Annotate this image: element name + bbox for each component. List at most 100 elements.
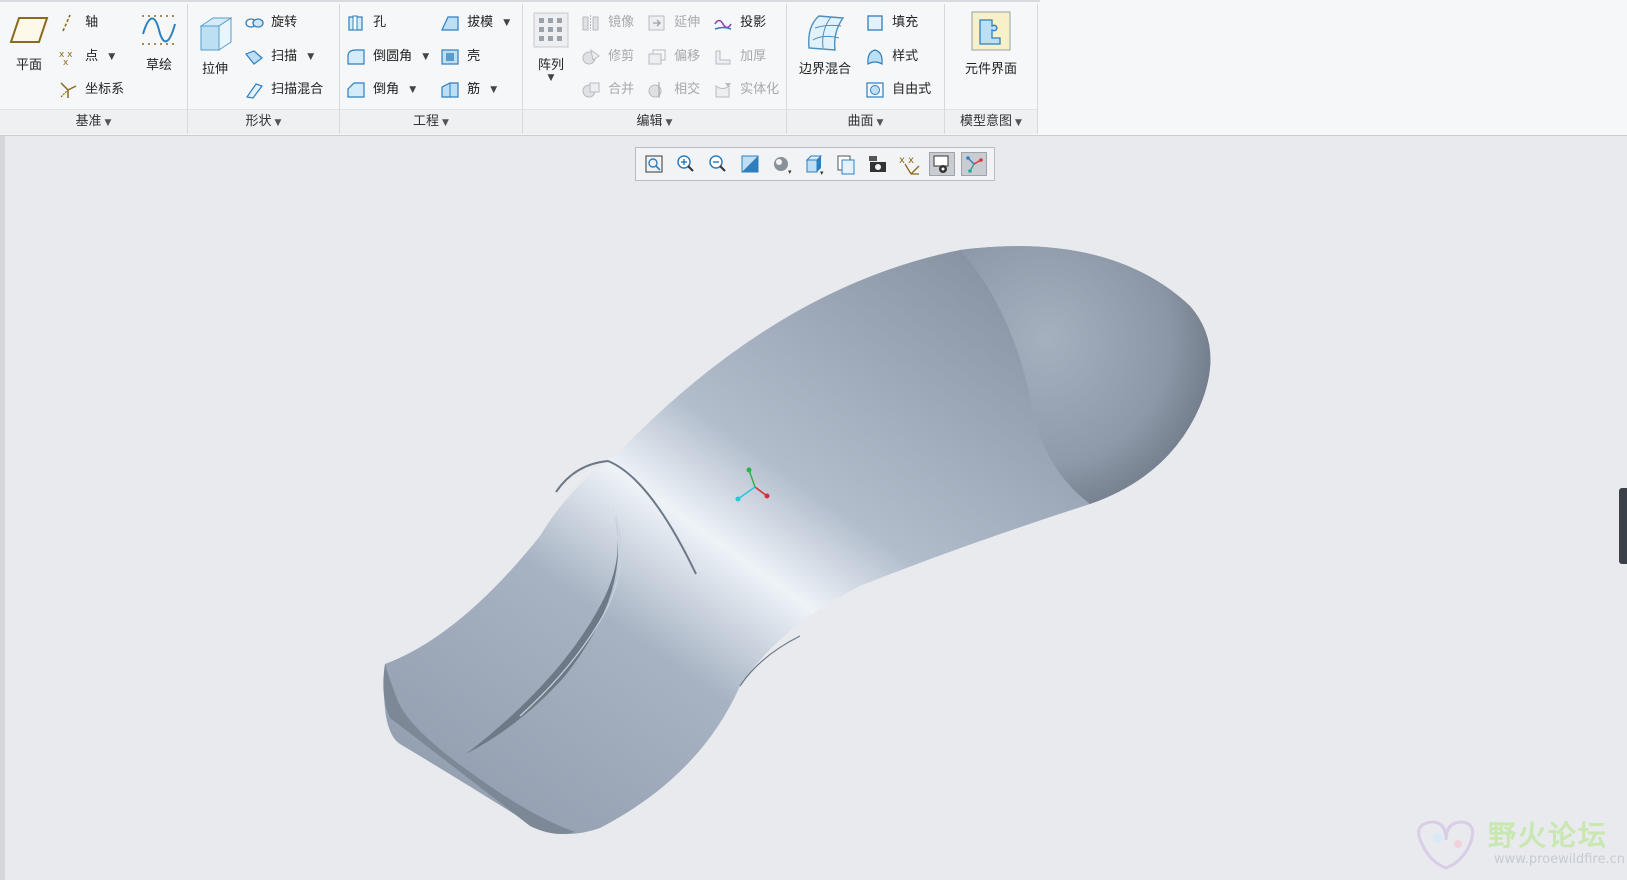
boundary-blend-label: 边界混合: [798, 62, 851, 77]
project-button[interactable]: 投影: [713, 12, 766, 34]
merge-label: 合并: [608, 82, 635, 97]
swept-blend-icon: [244, 81, 264, 99]
sweep-label: 扫描: [271, 49, 298, 64]
merge-button[interactable]: 合并: [581, 79, 634, 101]
watermark-title: 野火论坛: [1488, 819, 1609, 852]
shell-icon: [440, 48, 460, 66]
chevron-down-icon: ▼: [665, 118, 673, 128]
group-engineering: 孔 拔模 ▼ 倒圆角 ▼ 壳 倒角 ▼ 筋 ▼ 工程 ▼: [340, 4, 523, 134]
round-button[interactable]: 倒圆角 ▼: [346, 46, 429, 68]
solidify-button[interactable]: 实体化: [713, 79, 779, 101]
point-label: 点: [85, 49, 99, 64]
freestyle-label: 自由式: [892, 82, 932, 97]
point-icon: x xx: [58, 48, 78, 66]
ribbon: 平面 轴 x xx 点 ▼ 坐标系 草绘 基准 ▼ 拉伸 旋转 扫描 ▼ 扫描混…: [0, 0, 1627, 136]
project-icon: [713, 14, 733, 32]
boundary-blend-button[interactable]: 边界混合: [791, 12, 859, 77]
chamfer-dropdown-icon[interactable]: ▼: [409, 85, 416, 95]
mirror-button[interactable]: 镜像: [581, 12, 634, 34]
sweep-button[interactable]: 扫描 ▼: [244, 46, 314, 68]
rib-dropdown-icon[interactable]: ▼: [490, 85, 497, 95]
hole-icon: [346, 14, 366, 32]
offset-label: 偏移: [674, 49, 701, 64]
sweep-dropdown-icon[interactable]: ▼: [307, 52, 314, 62]
thicken-label: 加厚: [740, 49, 767, 64]
freestyle-button[interactable]: 自由式: [865, 79, 931, 101]
sweep-icon: [244, 48, 264, 66]
point-button[interactable]: x xx 点 ▼: [58, 46, 115, 68]
chamfer-button[interactable]: 倒角 ▼: [346, 79, 416, 101]
part-model[interactable]: [0, 136, 1627, 880]
rib-label: 筋: [467, 82, 481, 97]
revolve-button[interactable]: 旋转: [244, 12, 297, 34]
offset-button[interactable]: 偏移: [647, 46, 700, 68]
extend-label: 延伸: [674, 15, 701, 30]
extend-button[interactable]: 延伸: [647, 12, 700, 34]
draft-button[interactable]: 拔模 ▼: [440, 12, 510, 34]
revolve-label: 旋转: [271, 15, 298, 30]
chamfer-label: 倒角: [373, 82, 400, 97]
trim-label: 修剪: [608, 49, 635, 64]
swept-blend-label: 扫描混合: [271, 82, 324, 97]
trim-button[interactable]: 修剪: [581, 46, 634, 68]
group-editing: 阵列 ▼ 镜像 延伸 投影 修剪 偏移 加厚 合并 相交 实体化 编辑 ▼: [523, 4, 787, 134]
point-dropdown-icon[interactable]: ▼: [108, 52, 115, 62]
pattern-button[interactable]: 阵列 ▼: [531, 12, 571, 83]
group-engineering-footer[interactable]: 工程 ▼: [340, 109, 522, 134]
axis-label: 轴: [85, 15, 99, 30]
axis-icon: [58, 14, 78, 32]
csys-label: 坐标系: [85, 82, 125, 97]
thicken-icon: [713, 48, 733, 66]
plane-button[interactable]: 平面: [6, 12, 52, 73]
shell-button[interactable]: 壳: [440, 46, 480, 68]
round-dropdown-icon[interactable]: ▼: [422, 52, 429, 62]
component-interface-button[interactable]: 元件界面: [949, 10, 1033, 77]
fill-button[interactable]: 填充: [865, 12, 918, 34]
group-editing-footer[interactable]: 编辑 ▼: [523, 109, 786, 134]
axis-button[interactable]: 轴: [58, 12, 98, 34]
extrude-button[interactable]: 拉伸: [192, 12, 238, 77]
merge-icon: [581, 81, 601, 99]
group-surfaces: 边界混合 填充 样式 自由式 曲面 ▼: [787, 4, 945, 134]
draft-icon: [440, 14, 460, 32]
group-engineering-title: 工程: [413, 114, 440, 129]
swept-blend-button[interactable]: 扫描混合: [244, 79, 323, 101]
group-surfaces-footer[interactable]: 曲面 ▼: [787, 109, 944, 134]
plane-label: 平面: [15, 58, 42, 73]
watermark: 野火论坛 www.proewildfire.cn: [1410, 812, 1625, 876]
trim-icon: [581, 48, 601, 66]
plane-icon: [9, 17, 49, 43]
component-interface-label: 元件界面: [964, 62, 1017, 77]
solidify-icon: [713, 81, 733, 99]
svg-text:x: x: [63, 58, 69, 66]
hole-button[interactable]: 孔: [346, 12, 386, 34]
intersect-label: 相交: [674, 82, 701, 97]
style-button[interactable]: 样式: [865, 46, 918, 68]
component-interface-icon: [971, 11, 1011, 51]
group-model-intent-title: 模型意图: [960, 114, 1013, 129]
group-model-intent-footer[interactable]: 模型意图 ▼: [945, 109, 1037, 134]
group-editing-title: 编辑: [636, 114, 663, 129]
intersect-button[interactable]: 相交: [647, 79, 700, 101]
group-datum-footer[interactable]: 基准 ▼: [0, 109, 187, 134]
intersect-icon: [647, 81, 667, 99]
group-datum: 平面 轴 x xx 点 ▼ 坐标系 草绘 基准 ▼: [0, 4, 188, 134]
mirror-icon: [581, 14, 601, 32]
draft-dropdown-icon[interactable]: ▼: [503, 18, 510, 28]
group-shapes-footer[interactable]: 形状 ▼: [188, 109, 339, 134]
csys-button[interactable]: 坐标系: [58, 79, 124, 101]
side-panel-handle[interactable]: [1619, 488, 1627, 564]
boundary-blend-icon: [808, 15, 845, 51]
fill-label: 填充: [892, 15, 919, 30]
draft-label: 拔模: [467, 15, 494, 30]
pattern-dropdown-icon[interactable]: ▼: [531, 73, 571, 83]
thicken-button[interactable]: 加厚: [713, 46, 766, 68]
group-shapes: 拉伸 旋转 扫描 ▼ 扫描混合 形状 ▼: [188, 4, 340, 134]
rib-button[interactable]: 筋 ▼: [440, 79, 497, 101]
shell-label: 壳: [467, 49, 481, 64]
extrude-label: 拉伸: [201, 62, 228, 77]
group-datum-title: 基准: [75, 114, 102, 129]
pattern-icon: [533, 12, 569, 48]
sketch-button[interactable]: 草绘: [136, 12, 182, 73]
project-label: 投影: [740, 15, 767, 30]
